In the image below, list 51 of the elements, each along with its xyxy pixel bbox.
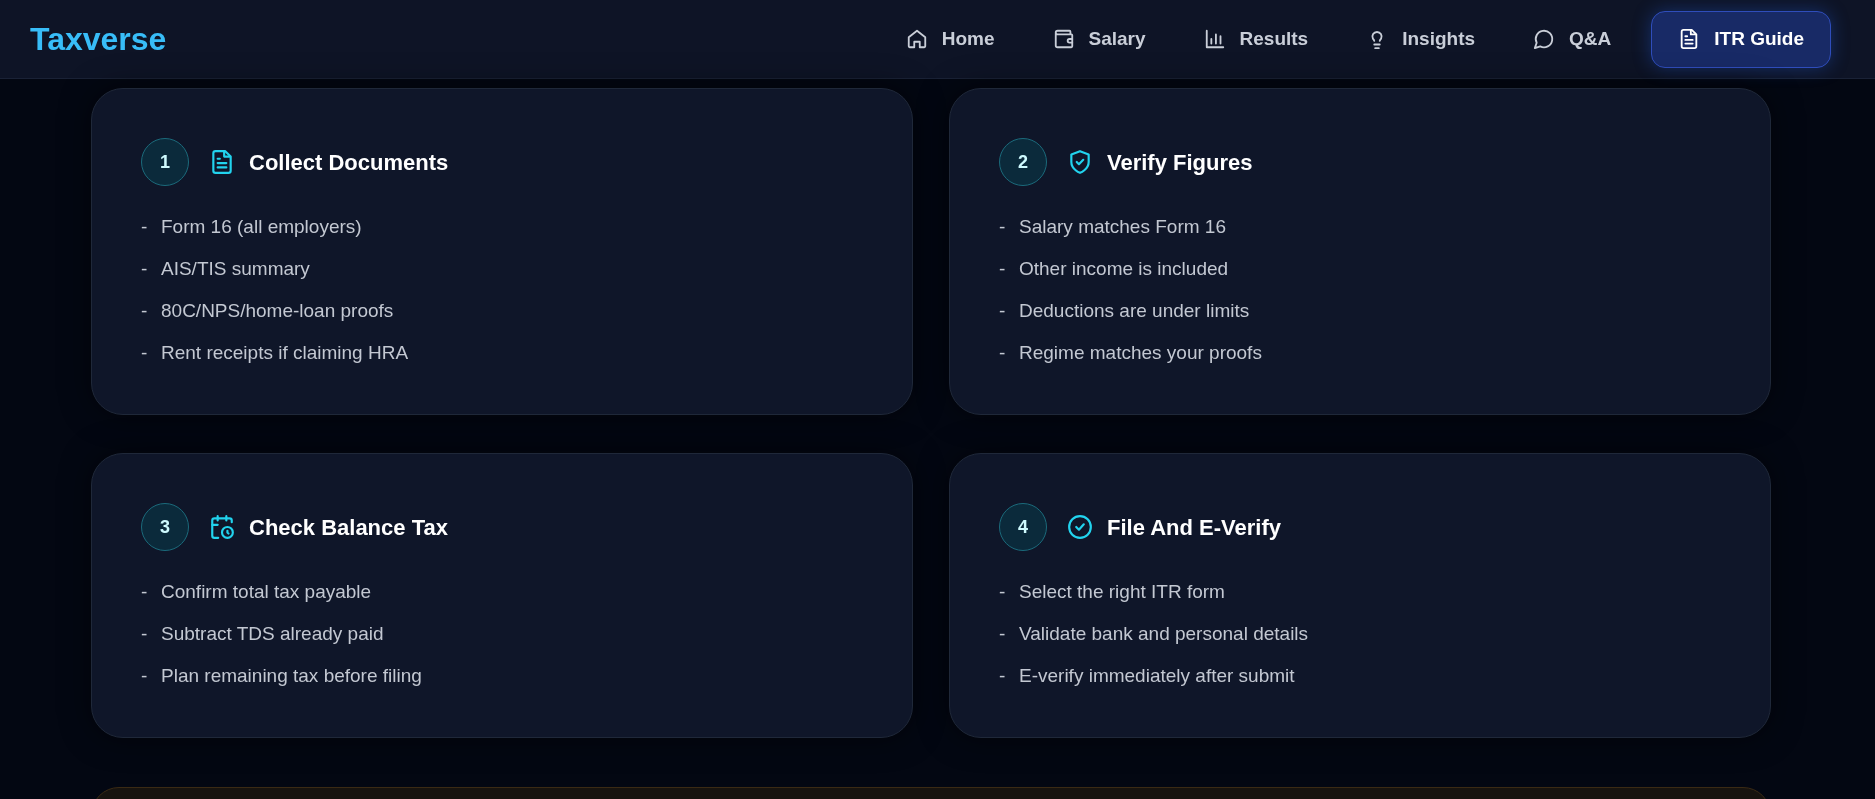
checklist-item: Salary matches Form 16 <box>1019 214 1226 239</box>
step-title: Verify Figures <box>1107 148 1253 177</box>
home-icon <box>905 28 928 50</box>
nav-tab[interactable]: Home <box>887 10 1013 68</box>
checklist-item: Deductions are under limits <box>1019 298 1250 323</box>
list-bullet: - <box>141 621 149 646</box>
checklist-item: Regime matches your proofs <box>1019 340 1262 365</box>
checklist-item: Validate bank and personal details <box>1019 621 1309 646</box>
step-number: 2 <box>999 138 1047 186</box>
list-bullet: - <box>141 579 149 604</box>
checklist-item: AIS/TIS summary <box>161 256 310 281</box>
list-bullet: - <box>141 298 149 323</box>
list-bullet: - <box>999 340 1007 365</box>
list-bullet: - <box>141 340 149 365</box>
nav-tab[interactable]: ITR Guide <box>1651 10 1831 68</box>
list-bullet: - <box>999 256 1007 281</box>
calendar-clock-icon <box>209 514 235 540</box>
nav-tab[interactable]: Q&A <box>1515 10 1630 68</box>
checklist-item: Subtract TDS already paid <box>161 621 384 646</box>
list-bullet: - <box>999 298 1007 323</box>
brand-logo[interactable]: Taxverse <box>30 15 167 63</box>
check-circle-icon <box>1067 514 1093 540</box>
step-number: 4 <box>999 503 1047 551</box>
bar-chart-icon <box>1203 28 1226 50</box>
nav-tab[interactable]: Results <box>1185 10 1327 68</box>
checklist-item: Form 16 (all employers) <box>161 214 362 239</box>
list-bullet: - <box>999 579 1007 604</box>
checklist-item: Select the right ITR form <box>1019 579 1225 604</box>
document-icon <box>209 149 235 175</box>
checklist-item: Rent receipts if claiming HRA <box>161 340 409 365</box>
step-title: Collect Documents <box>249 148 449 177</box>
list-bullet: - <box>999 663 1007 688</box>
checklist-item: 80C/NPS/home-loan proofs <box>161 298 394 323</box>
shield-check-icon <box>1067 149 1093 175</box>
step-number: 1 <box>141 138 189 186</box>
list-bullet: - <box>141 256 149 281</box>
list-bullet: - <box>999 214 1007 239</box>
step-number: 3 <box>141 503 189 551</box>
wallet-icon <box>1052 28 1075 50</box>
nav-tab[interactable]: Salary <box>1034 10 1164 68</box>
step-title: Check Balance Tax <box>249 513 448 542</box>
checklist-item: Other income is included <box>1019 256 1229 281</box>
checklist-item: Plan remaining tax before filing <box>161 663 422 688</box>
list-bullet: - <box>999 621 1007 646</box>
checklist-item: E-verify immediately after submit <box>1019 663 1295 688</box>
list-bullet: - <box>141 214 149 239</box>
chat-bubble-icon <box>1533 28 1556 50</box>
checklist-item: Confirm total tax payable <box>161 579 372 604</box>
list-bullet: - <box>141 663 149 688</box>
step-title: File And E-Verify <box>1107 513 1281 542</box>
nav-tab[interactable]: Insights <box>1348 10 1494 68</box>
